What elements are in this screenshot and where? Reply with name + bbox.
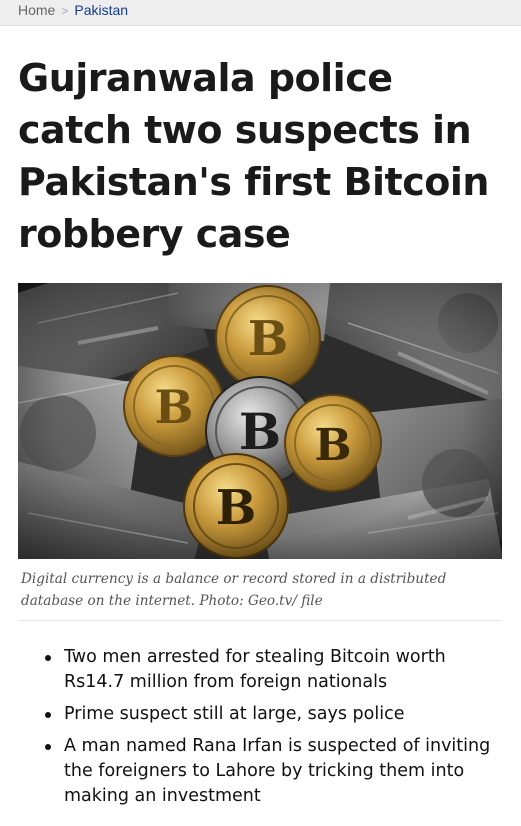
breadcrumb-separator: > xyxy=(61,4,69,18)
image-caption: Digital currency is a balance or record … xyxy=(21,571,447,609)
highlight-item: Prime suspect still at large, says polic… xyxy=(42,702,502,727)
caption-divider xyxy=(18,620,502,621)
bitcoin-banknotes-photo: B B B B B xyxy=(18,283,502,559)
article-highlights: Two men arrested for stealing Bitcoin wo… xyxy=(42,645,502,816)
highlight-item: A man named Rana Irfan is suspected of i… xyxy=(42,734,502,809)
breadcrumb: Home > Pakistan xyxy=(0,0,521,26)
breadcrumb-home-link[interactable]: Home xyxy=(18,2,55,18)
highlight-item: Two men arrested for stealing Bitcoin wo… xyxy=(42,645,502,695)
article-headline: Gujranwala police catch two suspects in … xyxy=(18,56,489,256)
hero-image: B B B B B xyxy=(18,283,502,559)
breadcrumb-category-link[interactable]: Pakistan xyxy=(74,2,128,18)
